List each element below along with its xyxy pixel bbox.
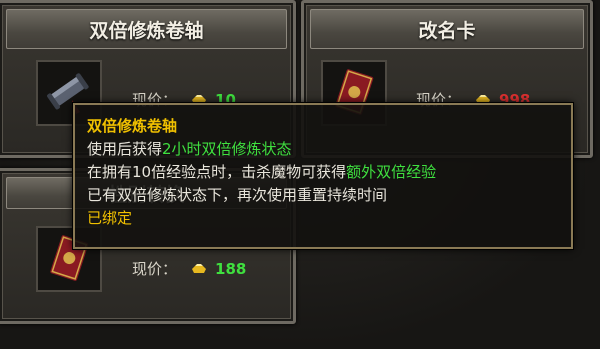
- tooltip-highlight: 2小时双倍修炼状态: [162, 140, 292, 158]
- tooltip-title: 双倍修炼卷轴: [87, 117, 178, 135]
- tooltip-effect-line: 使用后获得2小时双倍修炼状态: [87, 138, 571, 161]
- tooltip-bonus-line: 在拥有10倍经验点时，击杀魔物可获得额外双倍经验: [87, 161, 571, 184]
- item-tooltip: 双倍修炼卷轴 使用后获得2小时双倍修炼状态 在拥有10倍经验点时，击杀魔物可获得…: [73, 103, 573, 249]
- price-value: 188: [215, 259, 247, 278]
- tooltip-reset-line: 已有双倍修炼状态下，再次使用重置持续时间: [87, 186, 388, 204]
- tooltip-text: 在拥有10倍经验点时，击杀魔物可获得: [87, 163, 347, 181]
- gold-ingot-icon: [192, 263, 207, 273]
- price-label: 现价：: [132, 260, 178, 278]
- item-title: 双倍修炼卷轴: [6, 9, 287, 49]
- bound-status: 已绑定: [87, 209, 133, 227]
- tooltip-highlight: 额外双倍经验: [346, 163, 437, 181]
- item-title: 改名卡: [310, 9, 584, 49]
- tooltip-text: 使用后获得: [87, 140, 163, 158]
